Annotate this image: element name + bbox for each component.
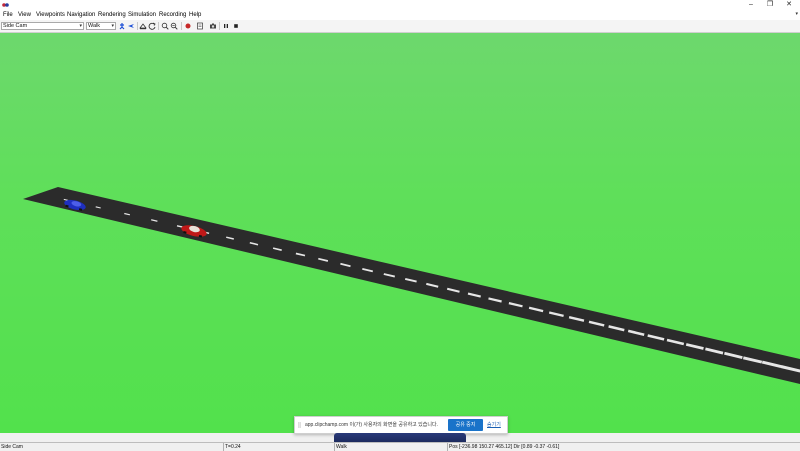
3d-viewport[interactable] xyxy=(0,33,800,433)
toolbar-separator xyxy=(158,22,159,30)
viewpoint-select[interactable]: Side Cam ▾ xyxy=(1,22,84,30)
document-icon[interactable] xyxy=(196,22,204,30)
menu-bar: File View Viewpoints Navigation Renderin… xyxy=(0,10,800,20)
menu-simulation[interactable]: Simulation xyxy=(128,11,156,20)
zoom-out-icon[interactable] xyxy=(170,22,178,30)
viewpoint-select-value: Side Cam xyxy=(3,23,28,29)
zoom-in-icon[interactable] xyxy=(161,22,169,30)
menu-help[interactable]: Help xyxy=(189,11,201,20)
chevron-down-icon: ▾ xyxy=(111,23,114,29)
chevron-down-icon: ▾ xyxy=(79,23,82,29)
examine-icon[interactable] xyxy=(139,22,147,30)
fly-icon[interactable] xyxy=(127,22,135,30)
minimize-button[interactable]: – xyxy=(742,0,760,10)
menu-navigation[interactable]: Navigation xyxy=(67,11,95,20)
road xyxy=(23,187,800,384)
close-button[interactable]: ✕ xyxy=(780,0,798,10)
camera-icon[interactable] xyxy=(209,22,217,30)
navigation-mode-value: Walk xyxy=(88,23,101,29)
walk-icon[interactable] xyxy=(118,22,126,30)
navigation-mode-select[interactable]: Walk ▾ xyxy=(86,22,116,30)
toolbar-separator xyxy=(181,22,182,30)
maximize-button[interactable]: ❐ xyxy=(761,0,779,10)
scene xyxy=(23,187,800,384)
menu-expand-icon[interactable]: ▾ xyxy=(795,11,798,17)
share-message: app.clipchamp.com 이(가) 사용자의 화면을 공유하고 있습니… xyxy=(305,422,438,428)
app-logo-icon xyxy=(2,3,9,7)
record-icon[interactable] xyxy=(184,22,192,30)
drag-handle-icon[interactable] xyxy=(298,422,301,428)
menu-recording[interactable]: Recording xyxy=(159,11,186,20)
rotate-icon[interactable] xyxy=(148,22,156,30)
pause-icon[interactable] xyxy=(222,22,230,30)
screen-share-notification: app.clipchamp.com 이(가) 사용자의 화면을 공유하고 있습니… xyxy=(294,416,508,434)
menu-viewpoints[interactable]: Viewpoints xyxy=(36,11,65,20)
menu-rendering[interactable]: Rendering xyxy=(98,11,126,20)
menu-file[interactable]: File xyxy=(3,11,13,20)
stop-icon[interactable] xyxy=(232,22,240,30)
menu-view[interactable]: View xyxy=(18,11,31,20)
toolbar: Side Cam ▾ Walk ▾ xyxy=(0,20,800,33)
toolbar-separator xyxy=(219,22,220,30)
hide-link[interactable]: 숨기기 xyxy=(487,419,501,431)
stop-sharing-button[interactable]: 공유 중지 xyxy=(448,419,483,431)
title-bar: – ❐ ✕ xyxy=(0,0,800,10)
taskbar-strip xyxy=(334,433,466,442)
toolbar-separator xyxy=(137,22,138,30)
